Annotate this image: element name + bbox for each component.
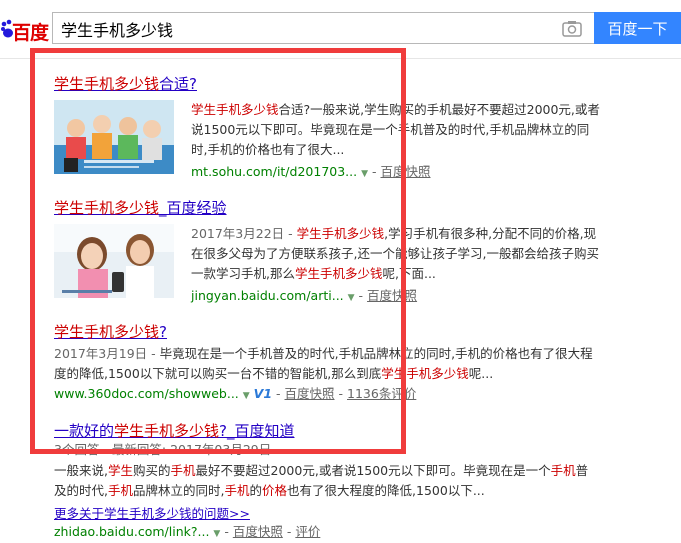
reviews-link[interactable]: 评价 — [295, 524, 320, 539]
result-item: 学生手机多少钱? 2017年3月19日 - 毕竟现在是一个手机普及的时代,手机品… — [54, 321, 614, 401]
result-item: 学生手机多少钱_百度经验 2017年3月22日 - 学生手机多少钱,学习手机有很… — [54, 197, 614, 303]
camera-icon[interactable] — [562, 20, 582, 37]
result-thumbnail[interactable] — [54, 100, 174, 174]
snapshot-link[interactable]: 百度快照 — [285, 386, 335, 401]
dropdown-arrow-icon[interactable]: ▼ — [348, 293, 355, 303]
v1-badge[interactable]: V1 — [254, 386, 272, 401]
result-item: 一款好的学生手机多少钱?_百度知道 3个回答 - 最新回答: 2017年03月2… — [54, 420, 614, 539]
more-questions-link[interactable]: 更多关于学生手机多少钱的问题>> — [54, 506, 250, 521]
header-bar: 百度 百度一下 — [0, 0, 681, 59]
reviews-link[interactable]: 1136条评价 — [347, 386, 416, 401]
result-meta: jingyan.baidu.com/arti... ▼ - 百度快照 — [191, 288, 418, 303]
result-url[interactable]: www.360doc.com/showweb... — [54, 386, 239, 401]
result-thumbnail[interactable] — [54, 224, 174, 298]
result-meta: www.360doc.com/showweb... ▼ V1 - 百度快照 - … — [54, 386, 417, 401]
search-button[interactable]: 百度一下 — [594, 12, 681, 44]
search-box — [52, 12, 594, 44]
result-meta: mt.sohu.com/it/d201703... ▼ - 百度快照 — [191, 164, 431, 179]
dropdown-arrow-icon[interactable]: ▼ — [243, 391, 250, 401]
result-title-link[interactable]: 学生手机多少钱? — [54, 321, 614, 342]
result-abstract: 学生手机多少钱合适?一般来说,学生购买的手机最好不要超过2000元,或者说150… — [191, 102, 600, 157]
result-abstract: 一般来说,学生购买的手机最好不要超过2000元,或者说1500元以下即可。毕竟现… — [54, 463, 589, 498]
answer-meta: 3个回答 - 最新回答: 2017年03月29日 — [54, 442, 272, 457]
result-meta: zhidao.baidu.com/link?... ▼ - 百度快照 - 评价 — [54, 524, 321, 539]
result-title-link[interactable]: 学生手机多少钱合适? — [54, 73, 614, 94]
result-url[interactable]: zhidao.baidu.com/link?... — [54, 524, 209, 539]
more-questions: 更多关于学生手机多少钱的问题>> — [54, 503, 250, 522]
result-url[interactable]: mt.sohu.com/it/d201703... — [191, 164, 357, 179]
result-title-link[interactable]: 学生手机多少钱_百度经验 — [54, 197, 614, 218]
search-input[interactable] — [61, 18, 541, 40]
result-title-link[interactable]: 一款好的学生手机多少钱?_百度知道 — [54, 420, 614, 441]
logo-text: 百度 — [12, 22, 49, 44]
result-abstract: 2017年3月22日 - 学生手机多少钱,学习手机有很多种,分配不同的价格,现在… — [191, 226, 599, 281]
result-item: 学生手机多少钱合适? 学生手机多少钱合适?一般来说,学生购买的手机最好不要超过2… — [54, 73, 614, 179]
result-abstract: 2017年3月19日 - 毕竟现在是一个手机普及的时代,手机品牌林立的同时,手机… — [54, 346, 593, 381]
snapshot-link[interactable]: 百度快照 — [233, 524, 283, 539]
result-url[interactable]: jingyan.baidu.com/arti... — [191, 288, 344, 303]
snapshot-link[interactable]: 百度快照 — [367, 288, 417, 303]
baidu-logo[interactable]: 百度 — [0, 18, 52, 44]
dropdown-arrow-icon[interactable]: ▼ — [361, 169, 368, 179]
snapshot-link[interactable]: 百度快照 — [381, 164, 431, 179]
